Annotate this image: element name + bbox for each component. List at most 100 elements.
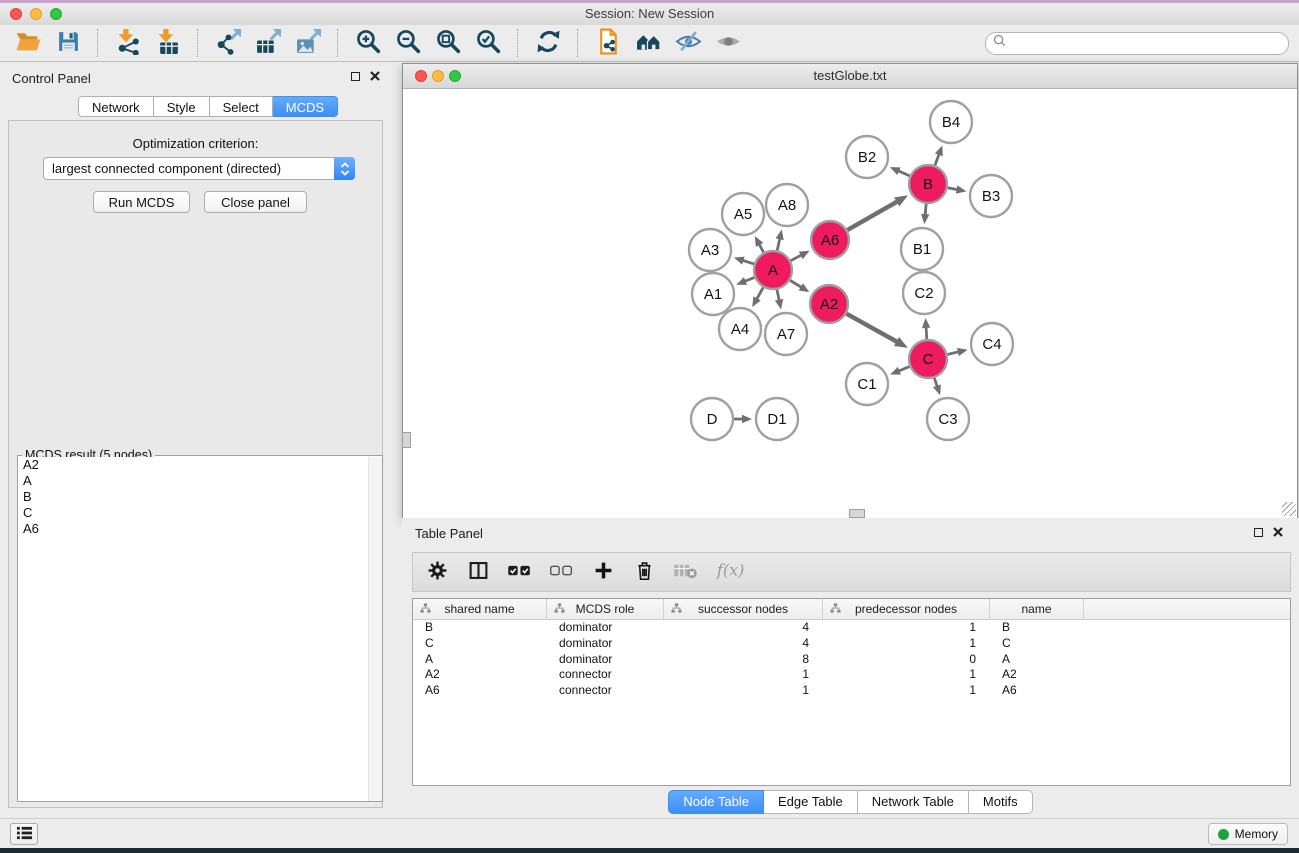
deselect-all-button[interactable] <box>549 563 574 581</box>
table-cell[interactable]: 1 <box>823 667 990 683</box>
optimization-criterion-select[interactable]: largest connected component (directed) <box>43 157 355 180</box>
table-cell[interactable]: 1 <box>823 620 990 636</box>
graph-node-A7[interactable]: A7 <box>765 313 807 355</box>
tab-mcds[interactable]: MCDS <box>273 96 338 117</box>
column-header-predecessor-nodes[interactable]: predecessor nodes <box>823 599 990 619</box>
minimize-window-button[interactable] <box>30 8 42 20</box>
control-panel-close-icon[interactable] <box>370 71 380 81</box>
maximize-window-button[interactable] <box>50 8 62 20</box>
export-table-button[interactable] <box>248 27 288 59</box>
run-mcds-button[interactable]: Run MCDS <box>93 191 190 213</box>
graph-edge-C-C4[interactable] <box>947 348 967 356</box>
table-cell[interactable]: A2 <box>990 667 1084 683</box>
graph-edge-A-A7[interactable] <box>775 290 783 310</box>
graph-edge-A-A4[interactable] <box>752 287 763 307</box>
table-cell[interactable]: 8 <box>664 652 823 668</box>
table-row[interactable]: Adominator80A <box>413 652 1290 668</box>
graph-edge-C-C3[interactable] <box>933 378 941 395</box>
table-cell[interactable]: 1 <box>664 667 823 683</box>
tab-select[interactable]: Select <box>210 96 273 117</box>
table-cell[interactable]: 1 <box>823 683 990 699</box>
refresh-view-button[interactable] <box>528 27 568 59</box>
table-row[interactable]: Bdominator41B <box>413 620 1290 636</box>
graph-node-A3[interactable]: A3 <box>689 229 731 271</box>
mcds-result-item[interactable]: B <box>18 489 382 505</box>
mcds-result-item[interactable]: A6 <box>18 521 382 537</box>
graph-edge-A-A1[interactable] <box>736 277 754 285</box>
table-cell[interactable]: dominator <box>547 620 664 636</box>
tab-network[interactable]: Network <box>78 96 154 117</box>
tab-node-table[interactable]: Node Table <box>668 790 764 814</box>
column-header-MCDS-role[interactable]: MCDS role <box>547 599 664 619</box>
table-cell[interactable]: A6 <box>990 683 1084 699</box>
table-cell[interactable]: 4 <box>664 636 823 652</box>
search-field[interactable] <box>985 32 1289 55</box>
table-cell[interactable]: A2 <box>413 667 547 683</box>
table-cell[interactable]: 1 <box>823 636 990 652</box>
column-header-shared-name[interactable]: shared name <box>413 599 547 619</box>
graph-edge-B-B4[interactable] <box>935 145 943 165</box>
settings-button[interactable] <box>425 560 449 584</box>
graph-edge-B-B3[interactable] <box>948 185 967 193</box>
table-cell[interactable]: A6 <box>413 683 547 699</box>
table-row[interactable]: A6connector11A6 <box>413 683 1290 699</box>
open-session-button[interactable] <box>8 27 48 59</box>
mcds-result-item[interactable]: C <box>18 505 382 521</box>
graph-node-A[interactable]: A <box>754 251 792 289</box>
graph-node-A1[interactable]: A1 <box>692 273 734 315</box>
table-cell[interactable]: A <box>990 652 1084 668</box>
graph-node-B3[interactable]: B3 <box>970 175 1012 217</box>
search-input[interactable] <box>1006 35 1288 51</box>
zoom-in-button[interactable] <box>348 27 388 59</box>
task-history-button[interactable] <box>10 823 38 845</box>
graph-node-B4[interactable]: B4 <box>930 101 972 143</box>
delete-column-button[interactable] <box>632 560 656 584</box>
export-network-button[interactable] <box>208 27 248 59</box>
table-row[interactable]: A2connector11A2 <box>413 667 1290 683</box>
graph-edge-A-A6[interactable] <box>791 251 810 261</box>
graph-node-A2[interactable]: A2 <box>810 285 848 323</box>
tab-edge-table[interactable]: Edge Table <box>764 790 858 814</box>
splitter-handle-bottom[interactable] <box>849 509 865 518</box>
control-panel-float-icon[interactable] <box>351 72 360 81</box>
network-maximize-button[interactable] <box>449 70 461 82</box>
graph-node-B1[interactable]: B1 <box>901 228 943 270</box>
table-cell[interactable]: connector <box>547 683 664 699</box>
graph-node-A4[interactable]: A4 <box>719 308 761 350</box>
splitter-handle-left[interactable] <box>402 432 411 448</box>
graph-edge-A-A3[interactable] <box>734 257 754 265</box>
graph-edge-A2-C[interactable] <box>846 314 907 348</box>
save-session-button[interactable] <box>48 27 88 59</box>
table-panel-float-icon[interactable] <box>1254 528 1263 537</box>
tab-style[interactable]: Style <box>154 96 210 117</box>
close-window-button[interactable] <box>10 8 22 20</box>
table-cell[interactable]: 0 <box>823 652 990 668</box>
import-table-button[interactable] <box>148 27 188 59</box>
graph-edge-C-C1[interactable] <box>890 367 909 375</box>
graph-edge-A-A8[interactable] <box>776 229 784 250</box>
table-cell[interactable]: 4 <box>664 620 823 636</box>
add-column-button[interactable] <box>591 560 615 584</box>
table-cell[interactable]: dominator <box>547 652 664 668</box>
import-network-button[interactable] <box>108 27 148 59</box>
hide-graphics-details-button[interactable] <box>668 27 708 59</box>
result-list-scrollbar[interactable] <box>368 457 382 801</box>
graph-node-C2[interactable]: C2 <box>903 272 945 314</box>
graph-edge-C-C2[interactable] <box>922 318 930 339</box>
graph-edge-A-A5[interactable] <box>755 236 764 252</box>
table-cell[interactable]: C <box>413 636 547 652</box>
table-row[interactable]: Cdominator41C <box>413 636 1290 652</box>
graph-edge-B-B2[interactable] <box>890 167 910 176</box>
zoom-selected-button[interactable] <box>468 27 508 59</box>
show-graphics-details-button[interactable] <box>708 27 748 59</box>
table-cell[interactable]: C <box>990 636 1084 652</box>
graph-node-C[interactable]: C <box>909 340 947 378</box>
graph-node-B[interactable]: B <box>909 165 947 203</box>
graph-edge-A-A2[interactable] <box>790 280 809 292</box>
memory-button[interactable]: Memory <box>1208 823 1288 845</box>
graph-node-B2[interactable]: B2 <box>846 136 888 178</box>
graph-node-C3[interactable]: C3 <box>927 398 969 440</box>
table-cell[interactable]: B <box>413 620 547 636</box>
table-cell[interactable]: 1 <box>664 683 823 699</box>
ndex-home-button[interactable] <box>628 27 668 59</box>
